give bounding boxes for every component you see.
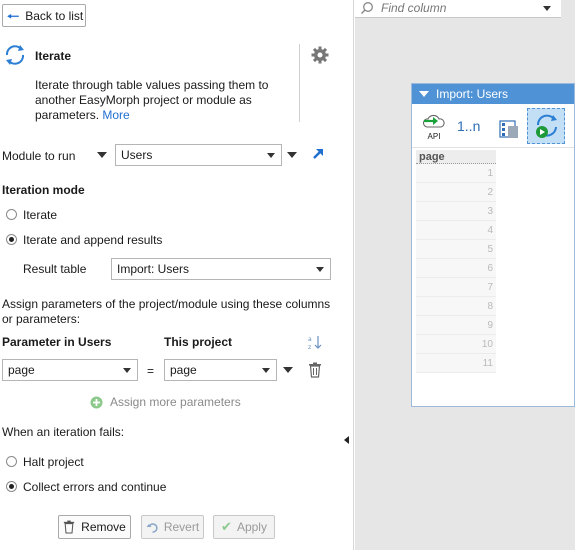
- chevron-down-icon: [267, 153, 275, 158]
- checkmark-icon: ✔: [221, 519, 232, 534]
- gear-icon[interactable]: [310, 45, 330, 65]
- iteration-fails-heading: When an iteration fails:: [2, 425, 125, 439]
- iterate-label: Iterate: [23, 208, 58, 222]
- page-column[interactable]: page 1 2 3 4 5 6 7 8 9 10 11: [416, 150, 496, 373]
- collapse-panel-icon[interactable]: [344, 436, 349, 444]
- table-row: 4: [416, 221, 496, 240]
- back-to-list-label: Back to list: [25, 8, 84, 23]
- more-link[interactable]: More: [102, 108, 129, 122]
- api-label: API: [427, 132, 441, 141]
- table-row: 2: [416, 183, 496, 202]
- add-icon: [90, 396, 103, 408]
- iterate-append-label: Iterate and append results: [23, 233, 163, 247]
- revert-label: Revert: [163, 520, 200, 534]
- apply-label: Apply: [236, 520, 267, 534]
- remove-label: Remove: [81, 520, 126, 534]
- undo-icon: [146, 522, 158, 533]
- table-row: 3: [416, 202, 496, 221]
- table-card-import-users[interactable]: Import: Users API 1..n page 1 2 3 4 5 6 …: [411, 83, 575, 407]
- module-mode-dropdown-icon[interactable]: [97, 152, 107, 158]
- table-row: 7: [416, 278, 496, 297]
- iterate-append-radio[interactable]: [6, 234, 17, 245]
- assign-more-parameters-label: Assign more parameters: [110, 395, 241, 409]
- table-row: 8: [416, 297, 496, 316]
- result-table-value: Import: Users: [117, 262, 190, 276]
- result-table-select[interactable]: Import: Users: [111, 258, 331, 280]
- assign-parameters-description: Assign parameters of the project/module …: [2, 297, 331, 326]
- table-row: 9: [416, 316, 496, 335]
- trash-icon: [64, 520, 75, 534]
- iterate-action-selected[interactable]: [527, 108, 565, 144]
- svg-text:a: a: [308, 336, 312, 343]
- sort-az-icon[interactable]: a z: [307, 334, 323, 350]
- collect-errors-radio[interactable]: [6, 481, 17, 492]
- table-row: 1: [416, 164, 496, 183]
- this-project-header: This project: [164, 335, 233, 349]
- iterate-run-icon: [536, 114, 557, 138]
- this-project-value: page: [170, 363, 197, 377]
- find-column-input[interactable]: Find column: [355, 0, 561, 18]
- table-layout-icon[interactable]: [498, 118, 520, 140]
- halt-project-radio[interactable]: [6, 456, 17, 467]
- chevron-down-icon[interactable]: [543, 6, 551, 11]
- step-description: Iterate through table values passing the…: [35, 78, 293, 123]
- open-module-icon[interactable]: [311, 147, 325, 161]
- table-row: 5: [416, 240, 496, 259]
- table-row: 10: [416, 335, 496, 354]
- page-column-header[interactable]: page: [416, 150, 496, 164]
- revert-button[interactable]: Revert: [141, 515, 204, 539]
- assign-more-parameters-button[interactable]: Assign more parameters: [90, 395, 241, 409]
- module-to-run-label: Module to run: [2, 149, 76, 163]
- collapse-icon[interactable]: [419, 91, 429, 97]
- sequence-action[interactable]: 1..n: [457, 118, 480, 134]
- chevron-down-icon: [316, 267, 324, 272]
- step-title: Iterate: [35, 49, 72, 63]
- result-table-label: Result table: [23, 262, 87, 276]
- halt-project-label: Halt project: [23, 455, 84, 469]
- parameter-in-users-select[interactable]: page: [2, 359, 138, 381]
- table-toolbar: API 1..n: [412, 104, 574, 148]
- module-select-value: Users: [121, 148, 153, 162]
- iteration-mode-heading: Iteration mode: [2, 183, 85, 197]
- parameter-in-users-header: Parameter in Users: [2, 335, 112, 349]
- iterate-radio[interactable]: [6, 209, 17, 220]
- apply-button[interactable]: ✔ Apply: [213, 515, 275, 539]
- collect-errors-label: Collect errors and continue: [23, 480, 167, 494]
- chevron-down-icon: [262, 368, 270, 373]
- step-description-text: Iterate through table values passing the…: [35, 78, 269, 122]
- this-project-select[interactable]: page: [164, 359, 277, 381]
- find-column-placeholder: Find column: [381, 1, 447, 15]
- remove-button[interactable]: Remove: [58, 515, 131, 539]
- module-options-dropdown-icon[interactable]: [287, 152, 297, 158]
- import-api-action[interactable]: API: [422, 113, 446, 141]
- search-icon: [361, 2, 373, 14]
- step-settings-panel: 🠐 Back to list Iterate Iterate through t…: [0, 0, 354, 550]
- back-arrow-icon: 🠐: [7, 7, 20, 24]
- chevron-down-icon: [123, 368, 131, 373]
- iterate-icon: [5, 45, 25, 65]
- table-row: 11: [416, 354, 496, 373]
- cloud-import-icon: [422, 114, 445, 128]
- svg-text:z: z: [308, 344, 311, 350]
- parameter-in-users-value: page: [8, 363, 35, 377]
- table-card-header[interactable]: Import: Users: [412, 84, 574, 104]
- parameter-options-dropdown-icon[interactable]: [283, 367, 293, 373]
- header-divider: [299, 44, 300, 122]
- table-card-title: Import: Users: [436, 87, 509, 101]
- equals-sign: =: [147, 364, 155, 378]
- trash-icon[interactable]: [308, 362, 322, 378]
- back-to-list-button[interactable]: 🠐 Back to list: [2, 4, 86, 27]
- module-select[interactable]: Users: [115, 144, 282, 166]
- table-row: 6: [416, 259, 496, 278]
